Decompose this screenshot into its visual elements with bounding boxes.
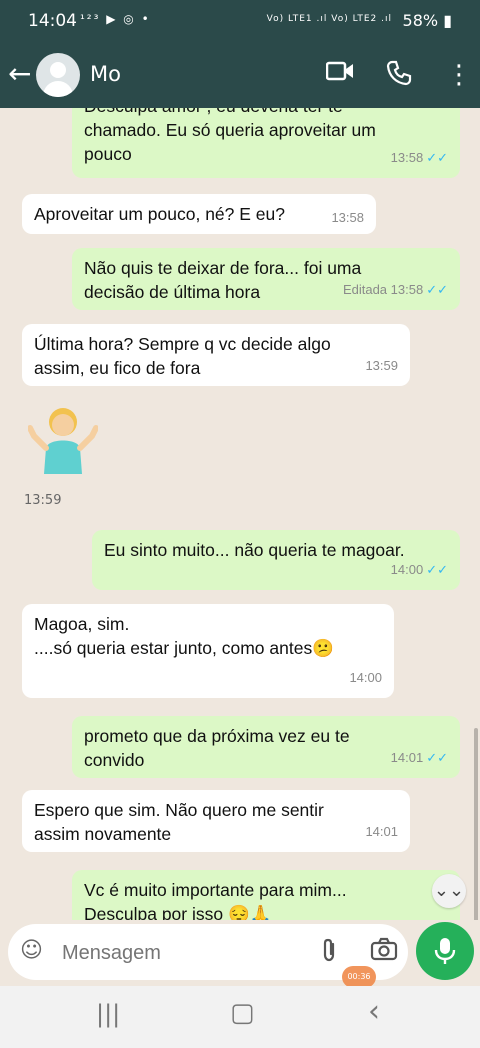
message-input[interactable] [60,938,304,968]
message-text: Aproveitar um pouco, né? E eu? [34,204,285,224]
message-bubble-outgoing[interactable]: Vc é muito importante para mim... Descul… [72,870,460,920]
recording-indicator: 00:36 [342,966,376,988]
read-ticks-icon: ✓✓ [426,150,448,165]
message-time: 13:58 [331,210,364,225]
voice-call-icon[interactable] [386,60,412,92]
message-text: Última hora? Sempre q vc decide algo ass… [34,334,331,378]
message-bubble-incoming[interactable]: Espero que sim. Não quero me sentir assi… [22,790,410,852]
read-ticks-icon: ✓✓ [426,750,448,765]
recent-apps-icon[interactable]: ||| [96,1000,120,1028]
message-bubble-outgoing[interactable]: prometo que da próxima vez eu te convido… [72,716,460,778]
edited-label: Editada [342,282,388,297]
message-bubble-outgoing[interactable]: Desculpa amor , eu deveria ter te chamad… [72,108,460,178]
message-text: prometo que da próxima vez eu te convido [84,726,350,770]
message-bubble-outgoing[interactable]: Eu sinto muito... não queria te magoar. … [92,530,460,590]
message-list[interactable]: Desculpa amor , eu deveria ter te chamad… [0,108,480,920]
sticker-time: 13:59 [24,493,62,508]
status-bar: 14:04 ¹²³ ▶ ◎ • Vo) LTE1 .ıl Vo) LTE2 .ı… [0,0,480,44]
microphone-button[interactable] [416,922,474,980]
system-navigation-bar: ||| ▢ ‹ [0,986,480,1048]
message-bubble-incoming[interactable]: Aproveitar um pouco, né? E eu? 13:58 [22,194,376,234]
message-input-container: ☺ 00:36 [8,924,408,988]
message-bubble-incoming[interactable]: Magoa, sim. ....só queria estar junto, c… [22,604,394,698]
sticker-message[interactable] [27,400,99,480]
home-icon[interactable]: ▢ [230,998,255,1028]
video-call-icon[interactable] [325,60,354,88]
message-text: Magoa, sim. ....só queria estar junto, c… [34,614,334,658]
message-meta: Editada 13:58 ✓✓ [342,282,448,297]
emoji-icon[interactable]: ☺ [20,938,43,963]
composer: ☺ 00:36 [0,920,480,988]
message-text: Vc é muito importante para mim... Descul… [84,880,347,920]
contact-avatar[interactable] [36,53,80,97]
camera-icon[interactable] [370,937,398,967]
contact-name[interactable]: Mo [90,62,121,86]
message-time: 13:59 [365,358,398,373]
read-ticks-icon: ✓✓ [426,562,448,577]
message-text: Desculpa amor , eu deveria ter te chamad… [84,108,376,164]
scroll-to-bottom-button[interactable]: ⌄⌄ [432,874,466,908]
notification-icons: ¹²³ ▶ ◎ • [80,12,151,26]
chat-header: ← Mo ⋮ [0,44,480,108]
read-ticks-icon: ✓✓ [426,282,448,297]
message-time: 14:00 [349,670,382,685]
more-options-icon[interactable]: ⋮ [446,60,472,90]
scrollbar[interactable] [474,728,478,920]
message-time: 14:01 [365,824,398,839]
message-bubble-outgoing[interactable]: Não quis te deixar de fora... foi uma de… [72,248,460,310]
message-text: Espero que sim. Não quero me sentir assi… [34,800,324,844]
message-meta: 13:58 ✓✓ [390,150,448,165]
back-nav-icon[interactable]: ‹ [368,994,380,1029]
network-indicators: Vo) LTE1 .ıl Vo) LTE2 .ıl [266,14,392,24]
message-meta: 14:00 ✓✓ [390,562,448,577]
back-arrow-icon[interactable]: ← [8,58,31,90]
attach-icon[interactable] [318,937,340,969]
message-meta: 14:01 ✓✓ [390,750,448,765]
battery-level: 58% ▮ [402,11,452,30]
status-time: 14:04 [28,11,77,31]
message-bubble-incoming[interactable]: Última hora? Sempre q vc decide algo ass… [22,324,410,386]
